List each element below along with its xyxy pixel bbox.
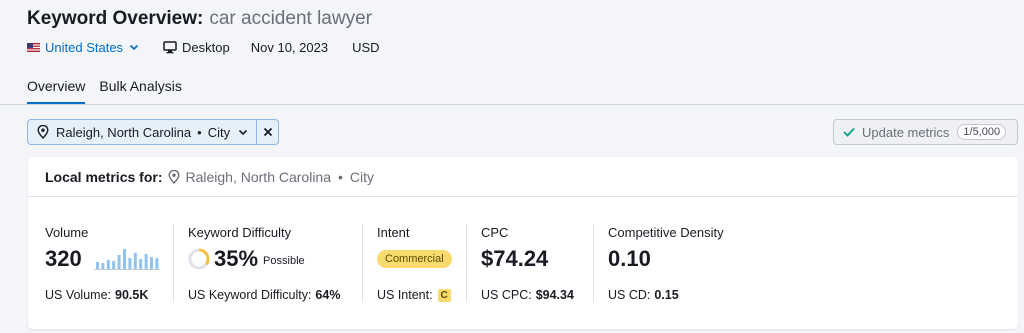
sparkline-bar xyxy=(111,261,115,269)
header-meta: United States Desktop Nov 10, 2023 USD xyxy=(27,38,380,56)
close-icon xyxy=(263,127,272,137)
local-metrics-place: Raleigh, North Carolina xyxy=(185,168,332,185)
metric-competitive-density: Competitive Density 0.10 US CD: 0.15 xyxy=(608,225,724,315)
intent-label: Intent xyxy=(377,225,410,240)
local-metrics-card: Local metrics for: Raleigh, North Caroli… xyxy=(28,157,1018,329)
cd-value-row: 0.10 xyxy=(608,246,724,272)
chevron-down-icon xyxy=(129,44,139,51)
metric-volume: Volume 320 US Volume: 90.5K xyxy=(45,225,160,315)
metric-divider xyxy=(362,224,363,302)
kd-qualifier: Possible xyxy=(263,255,305,267)
us-kd-value: 64% xyxy=(315,288,341,302)
local-metrics-header: Local metrics for: Raleigh, North Caroli… xyxy=(28,157,1018,197)
update-metrics-button[interactable]: Update metrics 1/5,000 xyxy=(833,119,1018,145)
metric-divider xyxy=(173,224,174,302)
location-type: City xyxy=(207,124,231,140)
us-cd-label: US CD: xyxy=(608,288,651,302)
sparkline-bar xyxy=(138,259,142,269)
us-intent-badge: C xyxy=(437,288,451,302)
tab-bar: Overview Bulk Analysis xyxy=(27,78,182,105)
location-dropdown[interactable]: Raleigh, North Carolina • City xyxy=(28,120,256,144)
sparkline-bar xyxy=(106,260,110,269)
local-metrics-separator: • xyxy=(338,168,343,185)
country-label: United States xyxy=(45,39,124,55)
intent-footer: US Intent: C xyxy=(377,288,452,302)
metric-intent: Intent Commercial US Intent: C xyxy=(377,225,452,315)
sparkline-bar xyxy=(101,263,105,269)
tab-divider xyxy=(0,104,1024,105)
check-icon xyxy=(843,127,855,137)
us-intent-label: US Intent: xyxy=(377,288,433,302)
location-place: Raleigh, North Carolina xyxy=(56,124,192,140)
title-prefix: Keyword Overview: xyxy=(27,8,204,29)
sparkline-bar xyxy=(117,255,121,269)
chevron-down-icon xyxy=(239,129,248,136)
kd-ring-icon xyxy=(188,248,210,270)
sparkline-bar xyxy=(144,254,148,269)
location-separator: • xyxy=(197,124,202,140)
page-header: Keyword Overview: car accident lawyer Uni… xyxy=(0,0,1024,105)
sparkline-bar xyxy=(149,257,153,269)
desktop-icon xyxy=(163,40,177,53)
volume-footer: US Volume: 90.5K xyxy=(45,288,160,302)
us-flag-icon xyxy=(27,42,40,52)
sparkline-bar xyxy=(128,258,132,269)
local-metrics-label: Local metrics for: xyxy=(45,168,163,185)
metric-divider xyxy=(593,224,594,302)
kd-footer: US Keyword Difficulty: 64% xyxy=(188,288,340,302)
sparkline-bar xyxy=(122,249,126,269)
cpc-footer: US CPC: $94.34 xyxy=(481,288,574,302)
location-filter-chip: Raleigh, North Carolina • City xyxy=(27,119,280,145)
device-label: Desktop xyxy=(182,39,230,55)
kd-label: Keyword Difficulty xyxy=(188,225,292,240)
us-volume-label: US Volume: xyxy=(45,288,112,302)
volume-value-row: 320 xyxy=(45,246,160,272)
update-metrics-label: Update metrics xyxy=(862,124,950,140)
location-pin-icon xyxy=(37,125,49,139)
sparkline-bar xyxy=(95,262,99,269)
update-counter-badge: 1/5,000 xyxy=(957,124,1007,140)
volume-value: 320 xyxy=(45,246,82,271)
cd-footer: US CD: 0.15 xyxy=(608,288,724,302)
sparkline-bar xyxy=(155,258,159,269)
cpc-value-row: $74.24 xyxy=(481,246,574,272)
location-pin-icon xyxy=(168,169,180,184)
metric-cpc: CPC $74.24 US CPC: $94.34 xyxy=(481,225,574,315)
date-label: Nov 10, 2023 xyxy=(250,39,329,55)
cd-value: 0.10 xyxy=(608,246,651,271)
us-volume-value: 90.5K xyxy=(115,288,149,302)
device-indicator: Desktop xyxy=(163,40,230,55)
tab-overview[interactable]: Overview xyxy=(27,78,86,105)
kd-value-row: 35% Possible xyxy=(188,246,340,272)
tab-bulk-analysis[interactable]: Bulk Analysis xyxy=(99,78,181,105)
kd-value: 35% xyxy=(214,246,259,271)
us-cd-value: 0.15 xyxy=(654,288,679,302)
clear-location-button[interactable] xyxy=(256,120,278,144)
local-metrics-type: City xyxy=(349,168,375,185)
cpc-label: CPC xyxy=(481,225,509,240)
us-kd-label: US Keyword Difficulty: xyxy=(188,288,312,302)
volume-trend-sparkline xyxy=(93,249,160,270)
cpc-value: $74.24 xyxy=(481,246,549,271)
sparkline-bar xyxy=(133,253,137,269)
metric-keyword-difficulty: Keyword Difficulty 35% Possible US Keywo… xyxy=(188,225,340,315)
currency-label: USD xyxy=(352,39,380,55)
intent-pill: Commercial xyxy=(377,250,452,268)
page-title: Keyword Overview: car accident lawyer xyxy=(27,8,372,30)
us-cpc-label: US CPC: xyxy=(481,288,532,302)
us-cpc-value: $94.34 xyxy=(535,288,574,302)
country-selector[interactable]: United States xyxy=(27,40,139,55)
keyword-text: car accident lawyer xyxy=(209,8,372,29)
cd-label: Competitive Density xyxy=(608,225,724,240)
metric-divider xyxy=(466,224,467,302)
intent-value-row: Commercial xyxy=(377,246,452,272)
volume-label: Volume xyxy=(45,225,89,240)
